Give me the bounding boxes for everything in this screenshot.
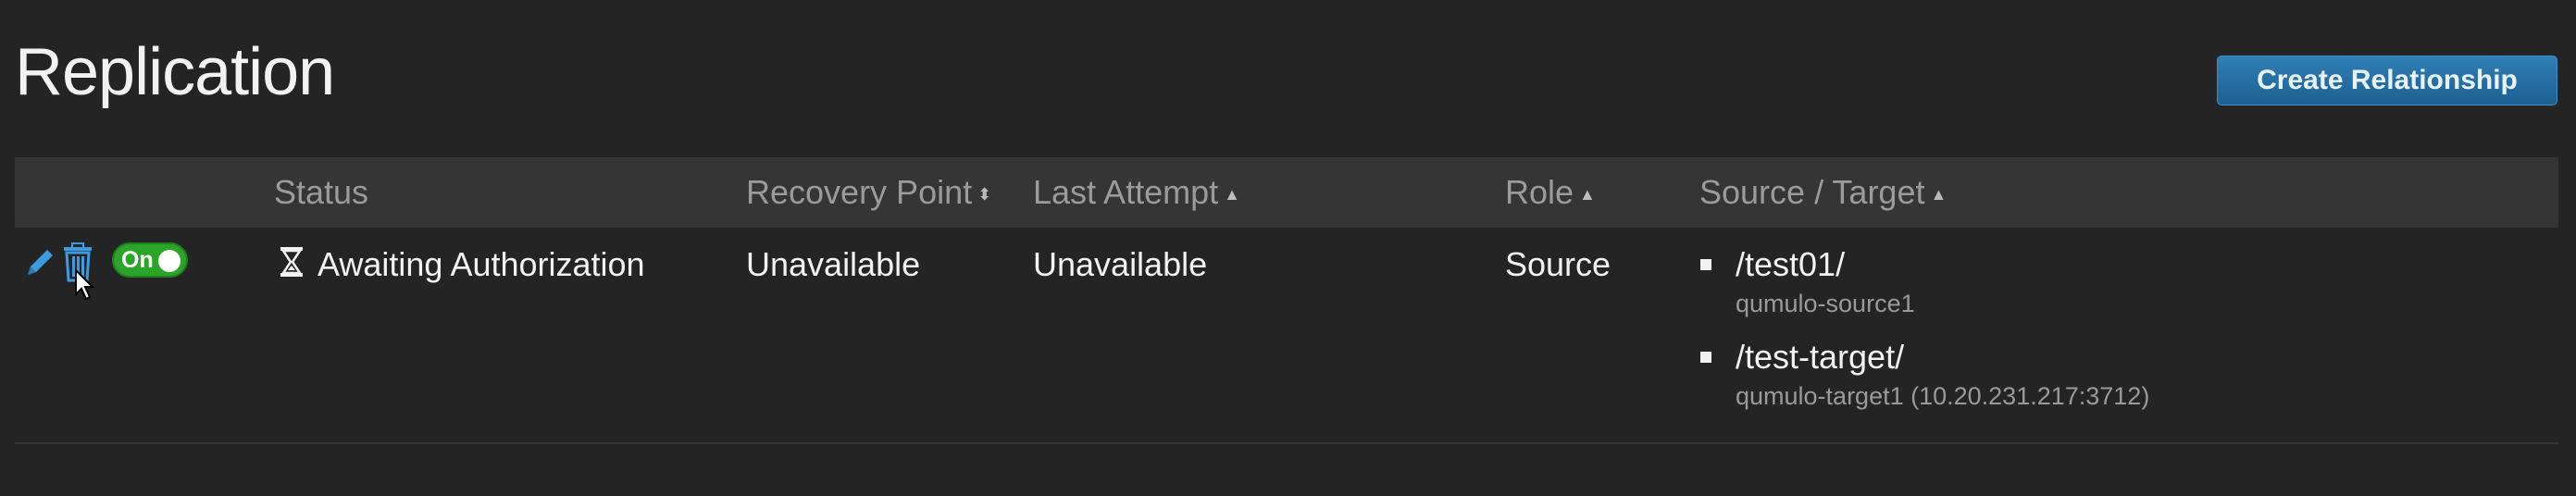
- page-title: Replication: [15, 35, 335, 109]
- source-path: /test01/: [1736, 245, 1846, 283]
- list-bullet: [1700, 352, 1711, 363]
- list-bullet: [1700, 259, 1711, 270]
- edit-pencil-icon[interactable]: [22, 243, 59, 285]
- toggle-label: On: [121, 247, 154, 273]
- column-header-role[interactable]: Role ▲: [1505, 157, 1596, 228]
- column-header-recovery-point[interactable]: Recovery Point ⬍: [746, 157, 991, 228]
- mouse-cursor-icon: [74, 267, 98, 306]
- column-header-status-label: Status: [274, 173, 369, 211]
- create-relationship-button[interactable]: Create Relationship: [2217, 56, 2557, 105]
- table-header: Status Recovery Point ⬍ Last Attempt ▲ Rol…: [15, 157, 2558, 228]
- last-attempt-value: Unavailable: [1033, 245, 1208, 283]
- replication-enabled-toggle[interactable]: On: [112, 242, 188, 278]
- sort-ascending-icon: ▲: [1224, 185, 1240, 205]
- recovery-point-value: Unavailable: [746, 245, 921, 283]
- column-header-last-attempt-label: Last Attempt: [1033, 173, 1219, 211]
- sort-ascending-icon: ▲: [1579, 185, 1596, 205]
- column-header-last-attempt[interactable]: Last Attempt ▲: [1033, 157, 1240, 228]
- target-host: qumulo-target1 (10.20.231.217:3712): [1736, 382, 2150, 410]
- column-header-role-label: Role: [1505, 173, 1574, 211]
- sort-both-icon: ⬍: [977, 185, 992, 205]
- role-value: Source: [1505, 245, 1612, 283]
- column-header-status: Status: [274, 157, 368, 228]
- column-header-recovery-point-label: Recovery Point: [746, 173, 973, 211]
- column-header-source-target[interactable]: Source / Target ▲: [1699, 157, 1947, 228]
- toggle-knob: [158, 250, 180, 272]
- column-header-source-target-label: Source / Target: [1699, 173, 1925, 211]
- source-host: qumulo-source1: [1736, 290, 1915, 317]
- sort-ascending-icon: ▲: [1930, 185, 1948, 205]
- row-divider: [15, 442, 2558, 444]
- target-path: /test-target/: [1736, 338, 1905, 376]
- status-text: Awaiting Authorization: [317, 245, 645, 283]
- hourglass-icon: [280, 246, 304, 282]
